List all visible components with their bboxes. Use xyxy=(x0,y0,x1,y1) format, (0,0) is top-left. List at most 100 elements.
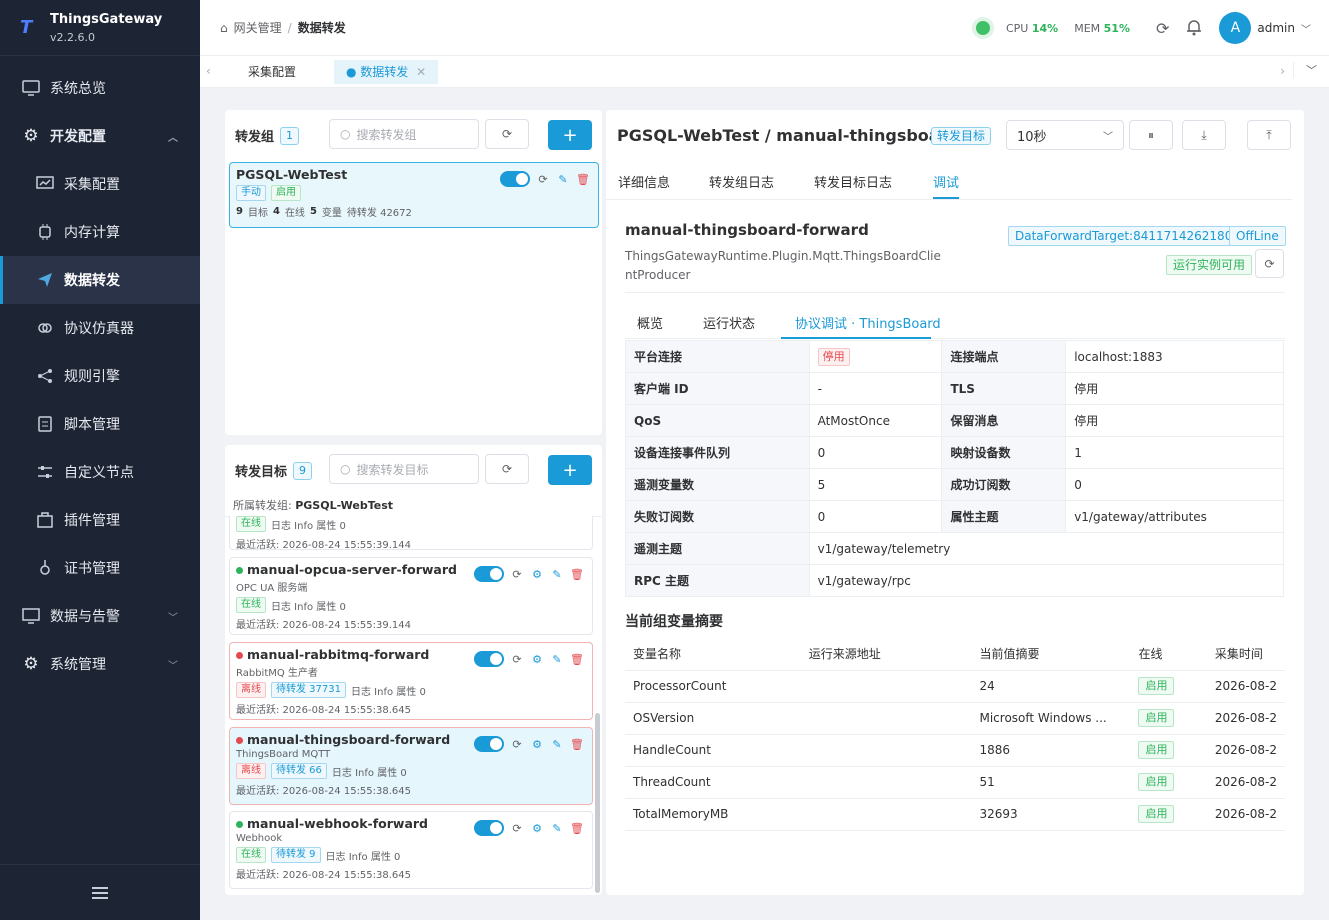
settings-icon[interactable]: ⚙ xyxy=(530,653,544,666)
edit-icon[interactable]: ✎ xyxy=(550,568,564,581)
table-row[interactable]: ProcessorCount 24 启用 2026-08-2 xyxy=(625,670,1285,703)
sidebar-item-label: 开发配置 xyxy=(50,129,106,145)
gear-icon: ⚙ xyxy=(23,126,39,146)
target-enable-toggle[interactable] xyxy=(474,566,504,582)
online-dot xyxy=(236,567,243,574)
table-row[interactable]: OSVersion Microsoft Windows ... 启用 2026-08-… xyxy=(625,702,1285,735)
table-row[interactable]: HandleCount 1886 启用 2026-08-2 xyxy=(625,734,1285,767)
sidebar-item-collect[interactable]: 采集配置 xyxy=(0,160,200,208)
delete-icon[interactable]: 🗑 xyxy=(576,173,590,186)
target-card-selected[interactable]: manual-thingsboard-forward ThingsBoard M… xyxy=(229,727,593,805)
refresh-icon[interactable]: ⟳ xyxy=(510,568,524,581)
subtab-overview[interactable]: 概览 xyxy=(637,313,663,332)
sidebar-item-system[interactable]: ⚙ 系统管理 ﹀ xyxy=(0,640,200,688)
target-panel-title: 转发目标 xyxy=(235,465,288,480)
sidebar-item-dev-config[interactable]: ⚙ 开发配置 ︿ xyxy=(0,112,200,160)
delete-icon[interactable]: 🗑 xyxy=(570,738,584,751)
tabs-menu-icon[interactable]: ﹀ xyxy=(1293,62,1317,78)
sidebar-item-memory[interactable]: 内存计算 xyxy=(0,208,200,256)
delete-icon[interactable]: 🗑 xyxy=(570,653,584,666)
breadcrumb-item[interactable]: 网关管理 xyxy=(234,19,282,36)
target-enable-toggle[interactable] xyxy=(474,736,504,752)
target-card[interactable]: manual-rabbitmq-forward RabbitMQ 生产者 离线待… xyxy=(229,642,593,720)
target-enable-toggle[interactable] xyxy=(474,820,504,836)
interval-select[interactable]: 10秒 ﹀ xyxy=(1006,120,1124,150)
plus-icon: + xyxy=(562,459,578,481)
home-icon[interactable]: ⌂ xyxy=(220,21,228,35)
target-enable-toggle[interactable] xyxy=(474,651,504,667)
sidebar-item-label: 插件管理 xyxy=(64,513,120,529)
tab-target-log[interactable]: 转发目标日志 xyxy=(814,172,892,191)
refresh-icon[interactable]: ⟳ xyxy=(1156,19,1169,38)
breadcrumb-current: 数据转发 xyxy=(297,21,346,35)
add-target-button[interactable]: + xyxy=(548,455,592,485)
online-tag: 启用 xyxy=(1138,677,1175,695)
edit-icon[interactable]: ✎ xyxy=(550,738,564,751)
subtab-runtime[interactable]: 运行状态 xyxy=(703,313,755,332)
delete-icon[interactable]: 🗑 xyxy=(570,568,584,581)
edit-icon[interactable]: ✎ xyxy=(556,173,570,186)
tab-collect[interactable]: 采集配置 xyxy=(236,60,308,84)
pause-button[interactable]: ⏸ xyxy=(1129,120,1173,150)
tabs-right-arrow-icon[interactable]: › xyxy=(1280,64,1285,78)
table-row[interactable]: ThreadCount 51 启用 2026-08-2 xyxy=(625,766,1285,799)
group-panel: 转发组 1 ○ 搜索转发组 ⟳ + xyxy=(225,110,602,435)
sidebar-item-overview[interactable]: 系统总览 xyxy=(0,64,200,112)
tab-debug[interactable]: 调试 xyxy=(933,172,959,191)
sidebar-item-custom-nodes[interactable]: 自定义节点 xyxy=(0,448,200,496)
share-icon xyxy=(36,367,54,385)
refresh-icon[interactable]: ⟳ xyxy=(536,173,550,186)
subtab-protocol-debug[interactable]: 协议调试 · ThingsBoard xyxy=(795,313,941,332)
close-icon[interactable]: ✕ xyxy=(416,65,426,79)
collapse-menu-button[interactable] xyxy=(0,864,200,920)
download-button[interactable]: ⤓ xyxy=(1182,120,1226,150)
target-refresh-button[interactable]: ⟳ xyxy=(485,454,529,484)
sidebar-item-data-alarm[interactable]: 数据与告警 ﹀ xyxy=(0,592,200,640)
upload-button[interactable]: ⤒ xyxy=(1247,120,1291,150)
target-group-filter: 所属转发组: PGSQL-WebTest xyxy=(225,493,602,517)
target-card[interactable]: manual-opcua-server-forward OPC UA 服务端 在… xyxy=(229,557,593,635)
sidebar-item-simulator[interactable]: 协议仿真器 xyxy=(0,304,200,352)
table-row[interactable]: TotalMemoryMB 32693 启用 2026-08-2 xyxy=(625,798,1285,831)
edit-icon[interactable]: ✎ xyxy=(550,653,564,666)
group-card[interactable]: PGSQL-WebTest 手动 启用 9 目标 4 在线 5 变量 待转发 42672… xyxy=(229,162,599,228)
sidebar-item-forward[interactable]: 数据转发 xyxy=(0,256,200,304)
settings-icon[interactable]: ⚙ xyxy=(530,738,544,751)
table-row: RPC 主题 v1/gateway/rpc xyxy=(625,564,1285,597)
delete-icon[interactable]: 🗑 xyxy=(570,822,584,835)
variable-table: 变量名称 运行来源地址 当前值摘要 在线 采集时间 ProcessorCount 24 启用… xyxy=(625,638,1285,831)
brand-name: ThingsGateway xyxy=(50,11,163,27)
brand: T ThingsGateway v2.2.6.0 xyxy=(0,0,200,56)
target-card-partial[interactable]: 在线 日志 Info 属性 0 最近活跃: 2026-08-24 15:55:39… xyxy=(229,516,593,551)
bell-icon[interactable] xyxy=(1185,18,1203,39)
group-enable-toggle[interactable] xyxy=(500,171,530,187)
refresh-icon[interactable]: ⟳ xyxy=(510,822,524,835)
sidebar-item-label: 采集配置 xyxy=(64,177,120,193)
breadcrumb: ⌂ 网关管理 / 数据转发 xyxy=(220,19,346,36)
sidebar-item-rules[interactable]: 规则引擎 xyxy=(0,352,200,400)
target-name: manual-opcua-server-forward xyxy=(247,562,457,577)
target-search-input[interactable]: ○ 搜索转发目标 xyxy=(329,454,479,484)
user-menu[interactable]: A admin ﹀ xyxy=(1219,12,1311,44)
settings-icon[interactable]: ⚙ xyxy=(530,568,544,581)
tab-group-log[interactable]: 转发组日志 xyxy=(709,172,774,191)
tab-details[interactable]: 详细信息 xyxy=(618,172,670,191)
user-name: admin xyxy=(1257,21,1295,35)
target-name: manual-webhook-forward xyxy=(247,816,428,831)
tabs-left-arrow-icon[interactable]: ‹ xyxy=(206,64,211,78)
refresh-icon[interactable]: ⟳ xyxy=(510,738,524,751)
instance-refresh-button[interactable]: ⟳ xyxy=(1255,249,1284,278)
group-search-input[interactable]: ○ 搜索转发组 xyxy=(329,119,479,149)
edit-icon[interactable]: ✎ xyxy=(550,822,564,835)
pending-tag: 待转发 66 xyxy=(271,763,327,779)
refresh-icon[interactable]: ⟳ xyxy=(510,653,524,666)
scrollbar[interactable] xyxy=(595,713,600,893)
sidebar-item-certs[interactable]: 证书管理 xyxy=(0,544,200,592)
add-group-button[interactable]: + xyxy=(548,120,592,150)
sidebar-item-plugins[interactable]: 插件管理 xyxy=(0,496,200,544)
settings-icon[interactable]: ⚙ xyxy=(530,822,544,835)
sidebar-item-scripts[interactable]: 脚本管理 xyxy=(0,400,200,448)
target-card[interactable]: manual-webhook-forward Webhook 在线 待转发 9 日志… xyxy=(229,811,593,889)
tab-forward[interactable]: ● 数据转发 ✕ xyxy=(334,60,439,84)
group-refresh-button[interactable]: ⟳ xyxy=(485,119,529,149)
